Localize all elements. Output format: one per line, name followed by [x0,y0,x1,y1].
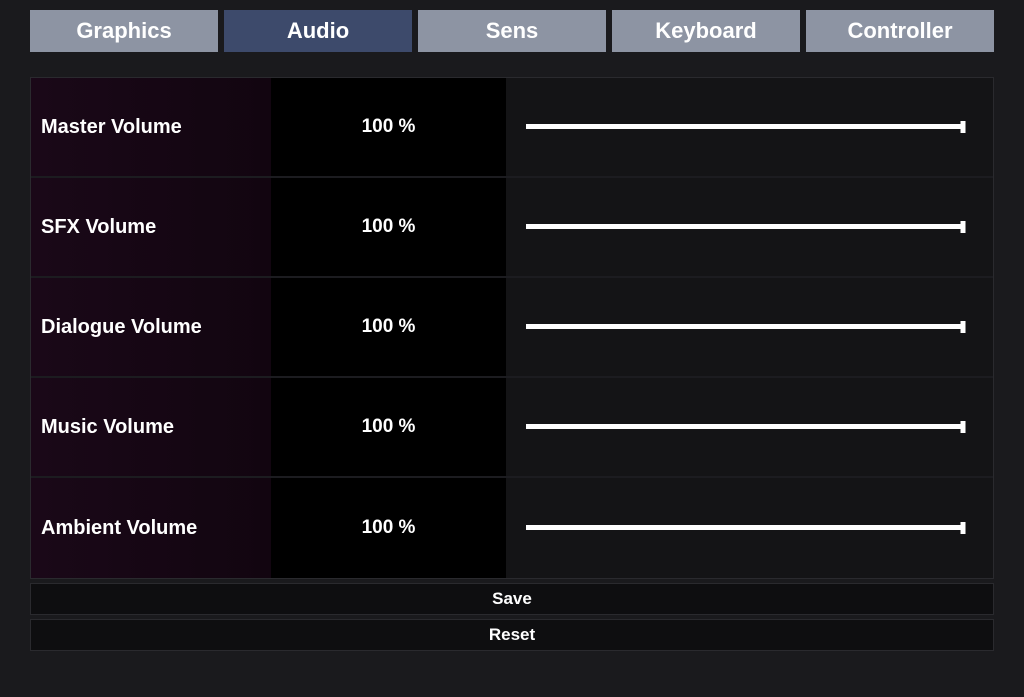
setting-row-music-volume: Music Volume 100 % [31,378,993,478]
slider-wrap [506,378,993,476]
slider-wrap [506,78,993,176]
setting-value: 100 % [271,178,506,276]
setting-value: 100 % [271,478,506,578]
slider-fill [526,525,963,530]
setting-row-ambient-volume: Ambient Volume 100 % [31,478,993,578]
setting-row-master-volume: Master Volume 100 % [31,78,993,178]
tab-sens[interactable]: Sens [418,10,606,52]
setting-row-dialogue-volume: Dialogue Volume 100 % [31,278,993,378]
slider-handle[interactable] [961,221,966,233]
reset-button[interactable]: Reset [30,619,994,651]
slider-fill [526,224,963,229]
tab-audio[interactable]: Audio [224,10,412,52]
dialogue-volume-slider[interactable] [526,324,963,330]
slider-handle[interactable] [961,121,966,133]
tab-controller[interactable]: Controller [806,10,994,52]
slider-fill [526,424,963,429]
setting-row-sfx-volume: SFX Volume 100 % [31,178,993,278]
setting-label: Dialogue Volume [31,278,271,376]
ambient-volume-slider[interactable] [526,525,963,531]
music-volume-slider[interactable] [526,424,963,430]
setting-value: 100 % [271,378,506,476]
slider-fill [526,324,963,329]
slider-handle[interactable] [961,321,966,333]
tab-keyboard[interactable]: Keyboard [612,10,800,52]
sfx-volume-slider[interactable] [526,224,963,230]
master-volume-slider[interactable] [526,124,963,130]
slider-wrap [506,178,993,276]
slider-wrap [506,278,993,376]
slider-handle[interactable] [961,421,966,433]
footer-buttons: Save Reset [30,583,994,651]
setting-label: Music Volume [31,378,271,476]
save-button[interactable]: Save [30,583,994,615]
tab-graphics[interactable]: Graphics [30,10,218,52]
slider-handle[interactable] [961,522,966,534]
setting-label: Master Volume [31,78,271,176]
slider-wrap [506,478,993,578]
setting-value: 100 % [271,78,506,176]
settings-tabs: Graphics Audio Sens Keyboard Controller [30,10,994,52]
setting-label: SFX Volume [31,178,271,276]
setting-value: 100 % [271,278,506,376]
setting-label: Ambient Volume [31,478,271,578]
slider-fill [526,124,963,129]
audio-settings-panel: Master Volume 100 % SFX Volume 100 % [30,77,994,579]
